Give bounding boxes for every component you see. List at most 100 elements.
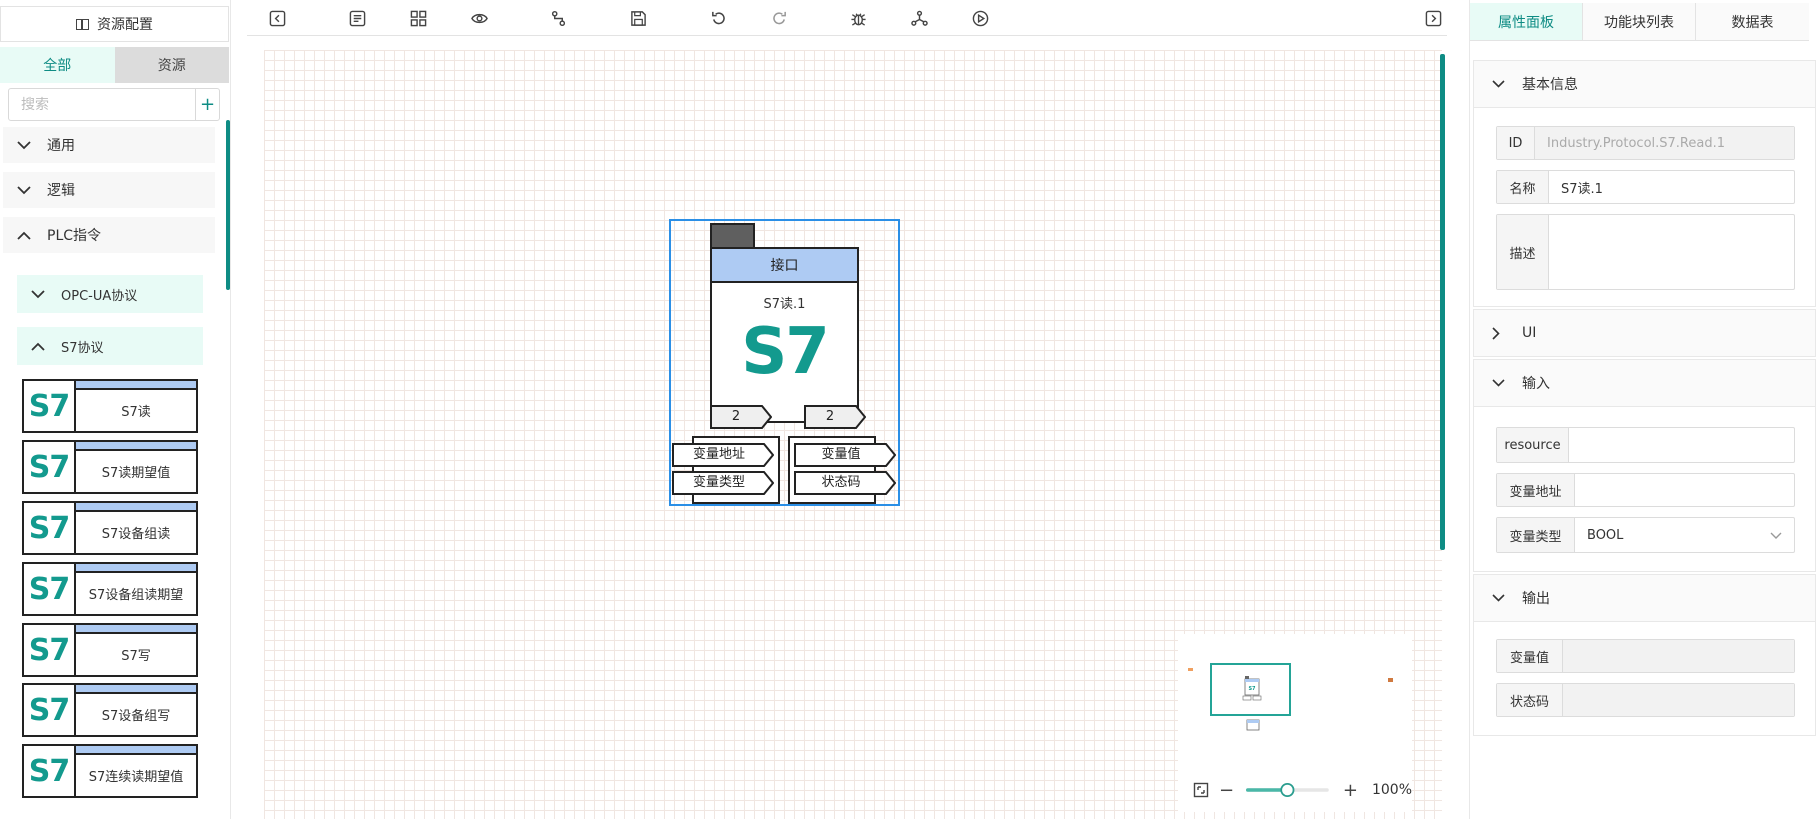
s7-logo: S7	[24, 746, 76, 796]
search-input[interactable]	[9, 89, 195, 120]
chevron-up-icon	[31, 342, 47, 351]
eye-icon[interactable]	[469, 8, 489, 28]
bug-icon[interactable]	[848, 8, 868, 28]
type-select[interactable]: BOOL	[1575, 518, 1794, 552]
description-field: 描述	[1496, 214, 1795, 290]
resource-label: resource	[1497, 428, 1569, 462]
minimap-marker	[1388, 678, 1393, 682]
toolbar	[247, 0, 1447, 36]
output-status	[1563, 684, 1794, 716]
network-icon[interactable]	[909, 8, 929, 28]
input-pin-type[interactable]: 变量类型	[672, 471, 774, 495]
name-input[interactable]: S7读.1	[1549, 171, 1794, 203]
add-button[interactable]: +	[195, 89, 219, 120]
subcategory-opcua[interactable]: OPC-UA协议	[17, 275, 203, 313]
chevron-down-icon	[1492, 594, 1506, 602]
canvas-scrollbar[interactable]	[1440, 54, 1445, 550]
section-input[interactable]: 输入	[1473, 359, 1816, 407]
save-icon[interactable]	[628, 8, 648, 28]
right-tabs: 属性面板 功能块列表 数据表	[1470, 3, 1818, 41]
address-input[interactable]	[1575, 474, 1794, 506]
block-item-s7-read[interactable]: S7 S7读	[22, 379, 198, 433]
category-general[interactable]: 通用	[3, 127, 215, 163]
section-basic-info[interactable]: 基本信息	[1473, 60, 1816, 108]
route-icon[interactable]	[548, 8, 568, 28]
undo-icon[interactable]	[708, 8, 728, 28]
tab-function-blocks[interactable]: 功能块列表	[1583, 3, 1696, 41]
section-ui[interactable]: UI	[1473, 309, 1816, 357]
block-label: S7写	[121, 649, 151, 664]
block-label: S7读	[121, 405, 151, 420]
chevron-down-icon	[1492, 379, 1506, 387]
redo-icon[interactable]	[769, 8, 789, 28]
node-header: 接口	[712, 249, 857, 283]
output-value	[1563, 640, 1794, 672]
s7-logo: S7	[24, 503, 76, 553]
zoom-out-button[interactable]: −	[1219, 780, 1234, 801]
block-label: S7读期望值	[101, 466, 171, 481]
section-title: 基本信息	[1522, 77, 1578, 93]
list-icon[interactable]	[347, 8, 367, 28]
name-label: 名称	[1497, 171, 1549, 203]
tab-all[interactable]: 全部	[0, 47, 115, 83]
svg-text:S7: S7	[1248, 686, 1256, 692]
output-count-pin: 2	[804, 405, 867, 429]
chevron-down-icon	[17, 185, 33, 195]
section-output[interactable]: 输出	[1473, 574, 1816, 622]
zoom-level: 100%	[1371, 782, 1412, 798]
block-item-s7-read-expect[interactable]: S7 S7读期望值	[22, 440, 198, 494]
subcategory-label: OPC-UA协议	[61, 288, 138, 304]
node-s7-logo: S7	[741, 315, 830, 389]
collapse-left-icon[interactable]	[267, 8, 287, 28]
section-title: 输出	[1522, 591, 1550, 607]
output-pin-status[interactable]: 状态码	[794, 471, 896, 495]
subcategory-s7[interactable]: S7协议	[17, 327, 203, 365]
zoom-in-button[interactable]: +	[1343, 780, 1358, 801]
category-plc[interactable]: PLC指令	[3, 217, 215, 253]
id-value: Industry.Protocol.S7.Read.1	[1535, 127, 1794, 159]
type-label: 变量类型	[1497, 518, 1575, 552]
chevron-up-icon	[17, 231, 33, 240]
block-item-s7-group-write[interactable]: S7 S7设备组写	[22, 683, 198, 737]
s7-logo: S7	[24, 625, 76, 675]
block-label: S7连续读期望值	[88, 770, 184, 785]
play-icon[interactable]	[970, 8, 990, 28]
node-handle[interactable]	[710, 223, 755, 247]
block-item-s7-group-read-expect[interactable]: S7 S7设备组读期望	[22, 562, 198, 616]
block-item-s7-write[interactable]: S7 S7写	[22, 623, 198, 677]
block-item-s7-group-read[interactable]: S7 S7设备组读	[22, 501, 198, 555]
output-pin-value[interactable]: 变量值	[794, 443, 896, 467]
description-label: 描述	[1497, 215, 1549, 289]
input-count: 2	[731, 409, 741, 424]
minimap-viewport[interactable]: S7	[1210, 663, 1291, 716]
section-output-body: 变量值 状态码	[1473, 622, 1816, 736]
zoom-slider-handle[interactable]	[1280, 782, 1295, 798]
s7-read-node[interactable]: 接口 S7读.1 S7	[710, 247, 859, 423]
chevron-down-icon	[1492, 80, 1506, 88]
zoom-controls: − + 100%	[1178, 778, 1412, 802]
collapse-right-icon[interactable]	[1423, 8, 1443, 28]
zoom-slider[interactable]	[1246, 780, 1329, 800]
block-item-s7-continuous-read[interactable]: S7 S7连续读期望值	[22, 744, 198, 798]
s7-logo: S7	[24, 685, 76, 735]
property-panel: 属性面板 功能块列表 数据表 基本信息 ID Industry.Protocol…	[1469, 0, 1818, 819]
input-count-pin: 2	[710, 405, 773, 429]
layout-icon[interactable]	[408, 8, 428, 28]
subcategory-label: S7协议	[61, 340, 104, 356]
node-instance-name: S7读.1	[763, 297, 806, 312]
block-label: S7设备组写	[101, 709, 171, 724]
output-status-label: 状态码	[1497, 684, 1563, 716]
description-textarea[interactable]	[1549, 215, 1794, 289]
output-value-label: 变量值	[1497, 640, 1563, 672]
category-logic[interactable]: 逻辑	[3, 172, 215, 208]
tab-properties[interactable]: 属性面板	[1470, 3, 1583, 41]
resource-panel: 资源配置 全部 资源 + 通用 逻辑 PLC指令 OPC-UA协议 S7协议 S…	[0, 0, 231, 819]
tab-resources[interactable]: 资源	[114, 47, 229, 83]
block-label: S7设备组读期望	[88, 588, 184, 603]
resource-select[interactable]	[1569, 428, 1794, 462]
fit-view-icon[interactable]	[1193, 782, 1209, 798]
minimap-marker	[1188, 668, 1193, 671]
left-scrollbar[interactable]	[226, 120, 230, 290]
input-pin-address[interactable]: 变量地址	[672, 443, 774, 467]
tab-data-table[interactable]: 数据表	[1696, 3, 1809, 41]
